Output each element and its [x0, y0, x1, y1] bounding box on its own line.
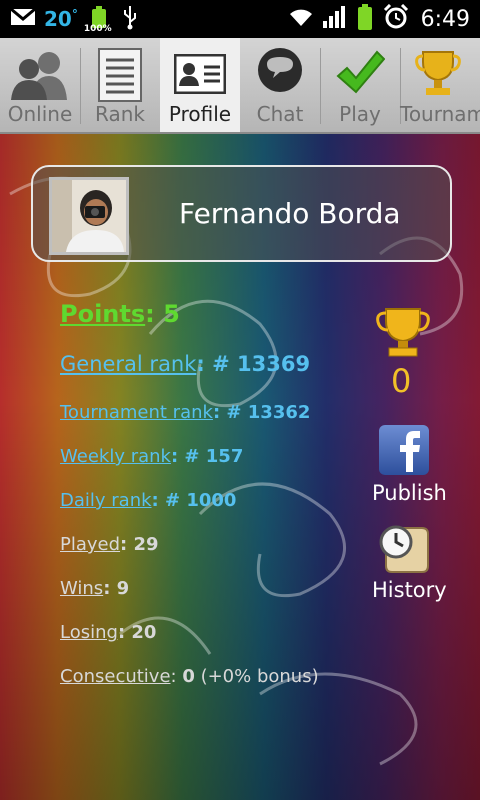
consecutive-bonus: (+0% bonus)	[194, 666, 319, 687]
played-link[interactable]: Played	[60, 534, 120, 555]
avatar[interactable]	[49, 177, 129, 255]
tab-label: Online	[7, 102, 73, 126]
alarm-icon	[383, 3, 409, 34]
status-bar: 20° 100% 6:49	[0, 0, 480, 38]
played-row: Played: 29	[60, 534, 159, 555]
username: Fernando Borda	[179, 197, 401, 230]
tab-label: Chat	[256, 102, 304, 126]
tab-chat[interactable]: Chat	[240, 38, 320, 132]
tab-profile[interactable]: Profile	[160, 38, 240, 132]
general-rank-link[interactable]: General rank	[60, 352, 196, 376]
signal-icon	[322, 6, 347, 32]
trophy-icon	[415, 48, 461, 102]
history-button[interactable]: History	[372, 578, 447, 602]
battery-percent: 100%	[83, 24, 112, 34]
tab-tournament[interactable]: Tournam	[400, 38, 480, 132]
weekly-rank-link[interactable]: Weekly rank	[60, 446, 171, 467]
tab-rank[interactable]: Rank	[80, 38, 160, 132]
general-rank-value: : # 13369	[196, 352, 311, 376]
losing-value: : 20	[117, 622, 157, 643]
wins-link[interactable]: Wins	[60, 578, 103, 599]
tab-bar: Online Rank Profile Chat Play Tournam	[0, 38, 480, 134]
losing-row: Losing: 20	[60, 622, 156, 643]
checkmark-icon	[335, 48, 386, 102]
gmail-icon	[10, 7, 36, 31]
temperature-readout: 20°	[44, 7, 78, 31]
trophy-count: 0	[391, 362, 412, 400]
tab-label: Tournam	[400, 102, 480, 126]
tournament-rank-value: : # 13362	[212, 402, 311, 423]
consecutive-row: Consecutive: 0 (+0% bonus)	[60, 666, 319, 687]
tab-online[interactable]: Online	[0, 38, 80, 132]
tournament-rank-link[interactable]: Tournament rank	[60, 402, 213, 423]
losing-link[interactable]: Losing	[60, 622, 118, 643]
publish-button[interactable]: Publish	[372, 481, 447, 505]
points-row: Points: 5	[60, 300, 180, 328]
tournament-rank-row: Tournament rank: # 13362	[60, 402, 310, 423]
tab-label: Profile	[168, 102, 232, 126]
consecutive-link[interactable]: Consecutive	[60, 666, 171, 687]
history-icon[interactable]	[376, 522, 432, 580]
consecutive-separator: :	[170, 666, 183, 687]
weekly-rank-value: : # 157	[170, 446, 244, 467]
id-card-icon	[173, 48, 227, 98]
facebook-icon[interactable]	[378, 424, 430, 480]
battery-icon	[357, 4, 373, 34]
daily-rank-link[interactable]: Daily rank	[60, 490, 152, 511]
usb-icon	[122, 4, 138, 34]
clock: 6:49	[420, 6, 470, 32]
played-value: : 29	[120, 534, 159, 555]
trophy-icon	[376, 306, 430, 362]
tab-label: Play	[339, 102, 381, 126]
wifi-icon	[287, 6, 315, 32]
battery-full-icon: 100%	[84, 4, 112, 34]
chat-bubble-icon	[255, 48, 305, 100]
wins-row: Wins: 9	[60, 578, 129, 599]
daily-rank-value: : # 1000	[151, 490, 237, 511]
people-icon	[9, 48, 71, 104]
tab-play[interactable]: Play	[320, 38, 400, 132]
wins-value: : 9	[103, 578, 130, 599]
points-link[interactable]: Points	[60, 300, 145, 328]
profile-card[interactable]: Fernando Borda	[31, 165, 452, 262]
daily-rank-row: Daily rank: # 1000	[60, 490, 236, 511]
list-icon	[98, 48, 142, 106]
points-value: : 5	[145, 300, 180, 328]
general-rank-row: General rank: # 13369	[60, 352, 310, 376]
weekly-rank-row: Weekly rank: # 157	[60, 446, 243, 467]
profile-screen: Fernando Borda Points: 5 General rank: #…	[0, 134, 480, 800]
consecutive-value: 0	[182, 666, 195, 687]
